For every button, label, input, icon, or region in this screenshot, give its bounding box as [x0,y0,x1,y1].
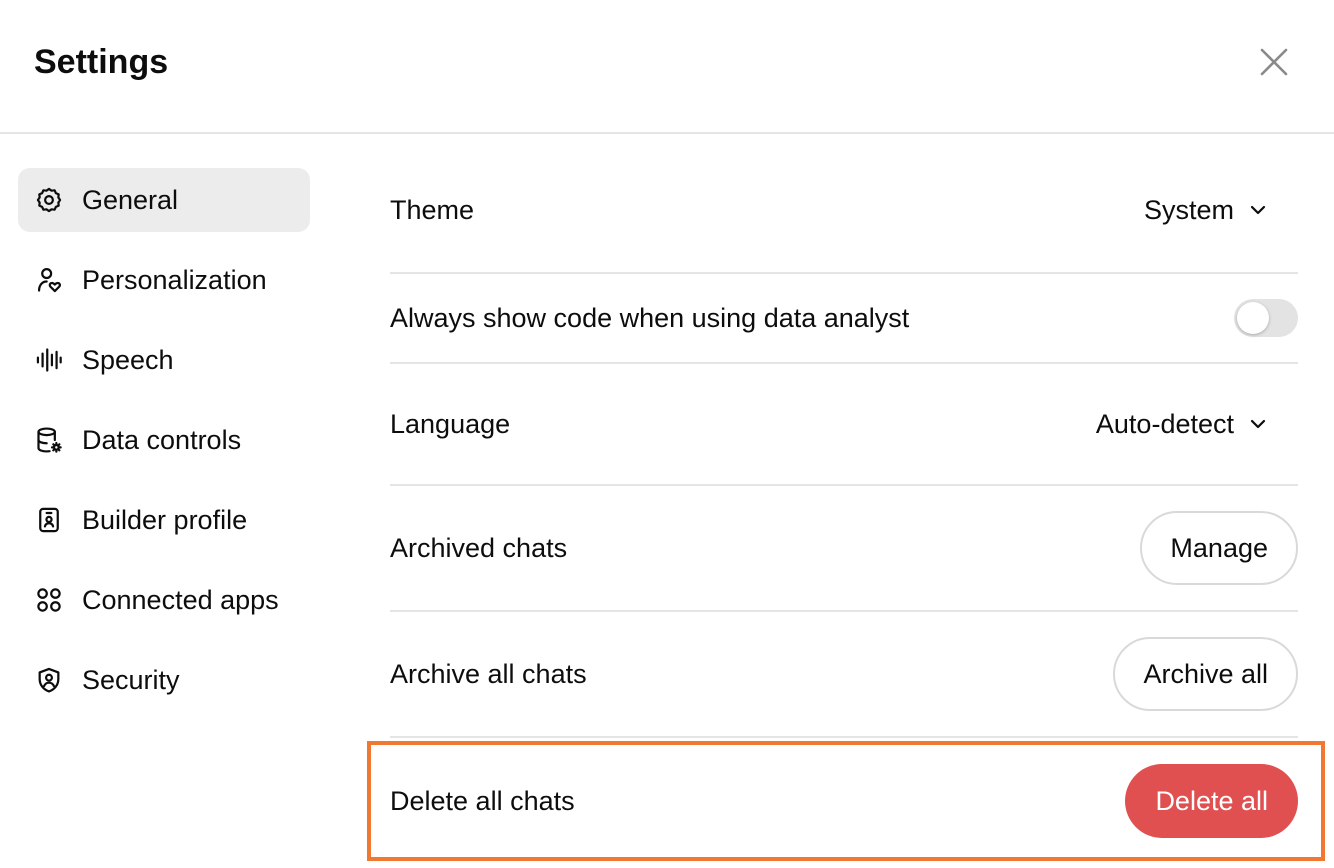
sidebar-item-label: Data controls [82,425,242,455]
manage-button[interactable]: Manage [1140,511,1298,585]
sidebar-item-label: Security [82,665,180,695]
language-label: Language [390,409,511,439]
archived-chats-label: Archived chats [390,533,568,563]
sidebar-item-label: Connected apps [82,585,279,615]
close-icon [1260,48,1288,76]
sidebar-item-security[interactable]: Security [18,648,310,712]
toggle-knob [1237,302,1269,334]
dialog-header: Settings [0,0,1334,134]
sidebar-item-label: Personalization [82,265,267,295]
apps-grid-icon [34,585,64,615]
general-settings-panel: Theme System Always show code when using… [390,148,1298,864]
show-code-label: Always show code when using data analyst [390,303,910,333]
delete-all-button[interactable]: Delete all [1125,764,1298,838]
archive-all-row: Archive all chats Archive all [390,612,1298,738]
theme-label: Theme [390,195,475,225]
chevron-down-icon [1248,414,1268,434]
sidebar-item-builder-profile[interactable]: Builder profile [18,488,310,552]
show-code-toggle[interactable] [1234,299,1298,337]
language-row: Language Auto-detect [390,364,1298,486]
settings-dialog: Settings General Personalization Speech … [0,0,1334,868]
sidebar-item-data-controls[interactable]: Data controls [18,408,310,472]
person-heart-icon [34,265,64,295]
badge-icon [34,505,64,535]
theme-row: Theme System [390,148,1298,274]
sidebar-item-label: Builder profile [82,505,248,535]
close-button[interactable] [1252,40,1296,84]
chevron-down-icon [1248,200,1268,220]
delete-all-label: Delete all chats [390,786,575,816]
gear-icon [34,185,64,215]
shield-icon [34,665,64,695]
page-title: Settings [34,43,169,81]
settings-sidebar: General Personalization Speech Data cont… [18,168,310,728]
sidebar-item-label: Speech [82,345,174,375]
waveform-icon [34,345,64,375]
sidebar-item-connected-apps[interactable]: Connected apps [18,568,310,632]
sidebar-item-general[interactable]: General [18,168,310,232]
archive-all-label: Archive all chats [390,659,587,689]
sidebar-item-label: General [82,185,179,215]
language-dropdown[interactable]: Auto-detect [1096,409,1298,440]
language-value: Auto-detect [1095,408,1234,439]
database-gear-icon [34,425,64,455]
theme-value: System [1143,194,1234,225]
archive-all-button[interactable]: Archive all [1113,637,1298,711]
archived-chats-row: Archived chats Manage [390,486,1298,612]
sidebar-item-speech[interactable]: Speech [18,328,310,392]
show-code-row: Always show code when using data analyst [390,274,1298,364]
delete-all-row: Delete all chats Delete all [390,738,1298,864]
sidebar-item-personalization[interactable]: Personalization [18,248,310,312]
theme-dropdown[interactable]: System [1144,195,1298,226]
